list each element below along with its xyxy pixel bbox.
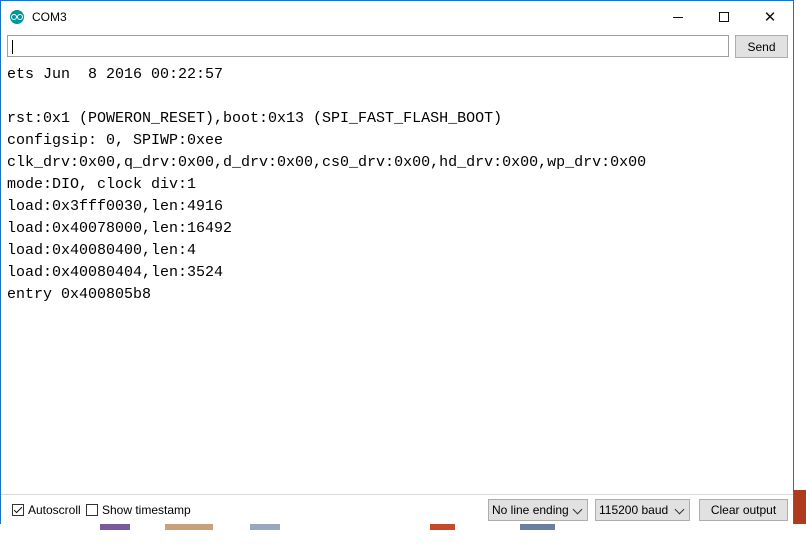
background-strip: [0, 524, 806, 554]
maximize-button[interactable]: [701, 1, 747, 33]
show-timestamp-label: Show timestamp: [102, 503, 191, 517]
autoscroll-label: Autoscroll: [28, 503, 81, 517]
background-fragment: [100, 524, 130, 530]
close-button[interactable]: ✕: [747, 1, 793, 33]
console-line: mode:DIO, clock div:1: [7, 176, 197, 193]
console-line: load:0x40080400,len:4: [7, 242, 197, 259]
console-line: load:0x40080404,len:3524: [7, 264, 224, 281]
maximize-icon: [719, 12, 729, 22]
line-ending-value: No line ending: [492, 503, 569, 517]
chevron-down-icon: [572, 504, 583, 515]
background-fragment: [250, 524, 280, 530]
line-ending-select[interactable]: No line ending: [488, 499, 588, 521]
autoscroll-checkbox[interactable]: Autoscroll: [12, 503, 81, 517]
clear-output-button[interactable]: Clear output: [699, 499, 788, 521]
background-edge: [794, 0, 806, 554]
send-button[interactable]: Send: [735, 35, 788, 58]
console-line: configsip: 0, SPIWP:0xee: [7, 132, 224, 149]
baud-rate-value: 115200 baud: [599, 503, 669, 517]
serial-input[interactable]: [7, 35, 729, 57]
show-timestamp-checkbox[interactable]: Show timestamp: [86, 503, 191, 517]
send-row: Send: [1, 35, 793, 59]
title-bar[interactable]: COM3 ✕: [1, 1, 793, 33]
console-line: rst:0x1 (POWERON_RESET),boot:0x13 (SPI_F…: [7, 110, 503, 127]
background-fragment: [520, 524, 555, 530]
arduino-icon: [10, 10, 24, 24]
window-title: COM3: [32, 10, 67, 24]
autoscroll-check-icon: [12, 504, 24, 516]
console-line: clk_drv:0x00,q_drv:0x00,d_drv:0x00,cs0_d…: [7, 154, 647, 171]
baud-rate-select[interactable]: 115200 baud: [595, 499, 690, 521]
console-line: load:0x40078000,len:16492: [7, 220, 233, 237]
bottom-bar: Autoscroll Show timestamp No line ending…: [1, 494, 793, 525]
serial-monitor-window: COM3 ✕ Send ets Jun 8 2016 00:22:57 rst:0…: [0, 0, 794, 525]
chevron-down-icon: [674, 504, 685, 515]
timestamp-check-icon: [86, 504, 98, 516]
text-caret: [12, 40, 13, 54]
minimize-icon: [673, 16, 683, 18]
window-controls: ✕: [655, 1, 793, 33]
minimize-button[interactable]: [655, 1, 701, 33]
background-fragment: [430, 524, 455, 530]
console-line: ets Jun 8 2016 00:22:57: [7, 66, 224, 83]
background-fragment: [165, 524, 213, 530]
console-line: load:0x3fff0030,len:4916: [7, 198, 224, 215]
close-icon: ✕: [763, 8, 777, 26]
serial-output[interactable]: ets Jun 8 2016 00:22:57 rst:0x1 (POWERON_…: [7, 64, 787, 488]
console-line: entry 0x400805b8: [7, 286, 152, 303]
